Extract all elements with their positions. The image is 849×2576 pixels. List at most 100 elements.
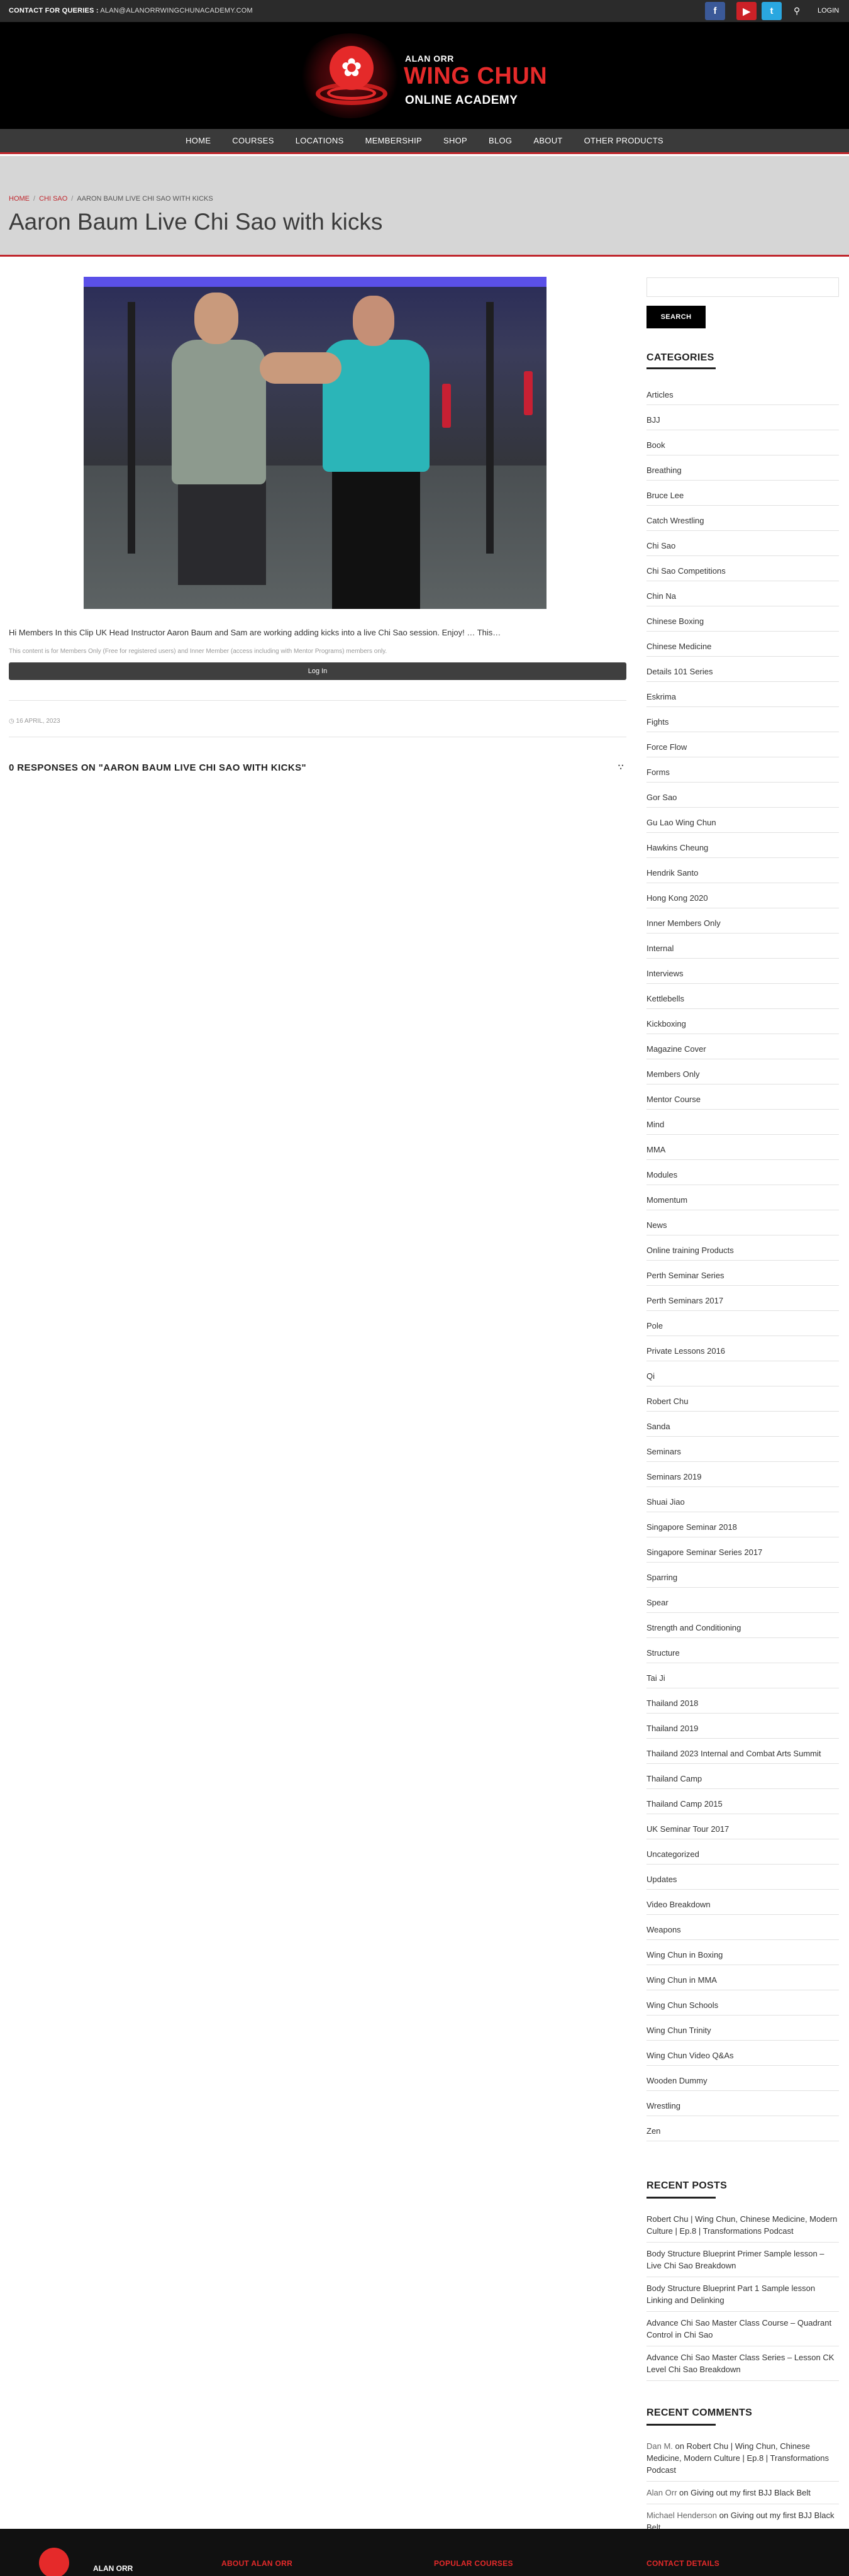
category-link-bjj[interactable]: BJJ [646, 405, 839, 430]
category-link-breathing[interactable]: Breathing [646, 455, 839, 481]
search-button[interactable]: SEARCH [646, 306, 706, 328]
nav-item-shop[interactable]: SHOP [443, 136, 467, 145]
category-link-book[interactable]: Book [646, 430, 839, 455]
category-link-strength-and-conditioning[interactable]: Strength and Conditioning [646, 1613, 839, 1638]
category-link-forms[interactable]: Forms [646, 757, 839, 783]
category-link-sparring[interactable]: Sparring [646, 1563, 839, 1588]
category-link-uncategorized[interactable]: Uncategorized [646, 1839, 839, 1865]
category-link-online-training-products[interactable]: Online training Products [646, 1235, 839, 1261]
nav-item-courses[interactable]: COURSES [232, 136, 274, 145]
category-link-seminars-2019[interactable]: Seminars 2019 [646, 1462, 839, 1487]
category-link-kettlebells[interactable]: Kettlebells [646, 984, 839, 1009]
search-icon[interactable]: ⚲ [794, 6, 800, 16]
site-logo[interactable]: ✿ ALAN ORR WING CHUN ONLINE ACADEMY [298, 33, 550, 118]
category-link-chinese-medicine[interactable]: Chinese Medicine [646, 632, 839, 657]
category-link-singapore-seminar-2018[interactable]: Singapore Seminar 2018 [646, 1512, 839, 1537]
nav-item-other-products[interactable]: OTHER PRODUCTS [584, 136, 663, 145]
category-link-momentum[interactable]: Momentum [646, 1185, 839, 1210]
category-link-weapons[interactable]: Weapons [646, 1915, 839, 1940]
category-link-kickboxing[interactable]: Kickboxing [646, 1009, 839, 1034]
recent-posts-heading: RECENT POSTS [646, 2180, 728, 2191]
nav-item-home[interactable]: HOME [186, 136, 211, 145]
category-link-thailand-2018[interactable]: Thailand 2018 [646, 1688, 839, 1714]
rss-icon[interactable]: ∵ [618, 762, 623, 772]
login-button[interactable]: Log In [9, 662, 626, 680]
category-link-singapore-seminar-series-2017[interactable]: Singapore Seminar Series 2017 [646, 1537, 839, 1563]
category-link-gor-sao[interactable]: Gor Sao [646, 783, 839, 808]
category-link-qi[interactable]: Qi [646, 1361, 839, 1386]
category-link-articles[interactable]: Articles [646, 380, 839, 405]
category-link-gu-lao-wing-chun[interactable]: Gu Lao Wing Chun [646, 808, 839, 833]
category-link-wing-chun-trinity[interactable]: Wing Chun Trinity [646, 2016, 839, 2041]
comment-post-link[interactable]: Giving out my first BJJ Black Belt [691, 2488, 811, 2497]
category-link-thailand-camp-2015[interactable]: Thailand Camp 2015 [646, 1789, 839, 1814]
contact-email-link[interactable]: ALAN@ALANORRWINGCHUNACADEMY.COM [100, 7, 253, 14]
category-link-perth-seminars-2017[interactable]: Perth Seminars 2017 [646, 1286, 839, 1311]
category-link-thailand-2023-internal-and-combat-arts-summit[interactable]: Thailand 2023 Internal and Combat Arts S… [646, 1739, 839, 1764]
nav-item-membership[interactable]: MEMBERSHIP [365, 136, 422, 145]
category-link-wing-chun-video-q-as[interactable]: Wing Chun Video Q&As [646, 2041, 839, 2066]
category-link-mma[interactable]: MMA [646, 1135, 839, 1160]
youtube-icon[interactable]: ▶ [736, 2, 757, 20]
category-link-hawkins-cheung[interactable]: Hawkins Cheung [646, 833, 839, 858]
recent-post-link[interactable]: Body Structure Blueprint Part 1 Sample l… [646, 2277, 839, 2312]
category-link-thailand-2019[interactable]: Thailand 2019 [646, 1714, 839, 1739]
recent-post-link[interactable]: Robert Chu | Wing Chun, Chinese Medicine… [646, 2208, 839, 2243]
category-link-shuai-jiao[interactable]: Shuai Jiao [646, 1487, 839, 1512]
category-link-structure[interactable]: Structure [646, 1638, 839, 1663]
category-link-perth-seminar-series[interactable]: Perth Seminar Series [646, 1261, 839, 1286]
category-link-chi-sao-competitions[interactable]: Chi Sao Competitions [646, 556, 839, 581]
search-input[interactable] [646, 277, 839, 297]
category-link-force-flow[interactable]: Force Flow [646, 732, 839, 757]
category-link-thailand-camp[interactable]: Thailand Camp [646, 1764, 839, 1789]
category-link-robert-chu[interactable]: Robert Chu [646, 1386, 839, 1412]
category-link-magazine-cover[interactable]: Magazine Cover [646, 1034, 839, 1059]
category-link-wing-chun-in-mma[interactable]: Wing Chun in MMA [646, 1965, 839, 1990]
category-link-internal[interactable]: Internal [646, 934, 839, 959]
category-link-video-breakdown[interactable]: Video Breakdown [646, 1890, 839, 1915]
category-link-tai-ji[interactable]: Tai Ji [646, 1663, 839, 1688]
category-link-private-lessons-2016[interactable]: Private Lessons 2016 [646, 1336, 839, 1361]
category-link-updates[interactable]: Updates [646, 1865, 839, 1890]
category-link-news[interactable]: News [646, 1210, 839, 1235]
comment-post-link[interactable]: Robert Chu | Wing Chun, Chinese Medicine… [646, 2441, 829, 2475]
recent-post-link[interactable]: Advance Chi Sao Master Class Series – Le… [646, 2346, 839, 2381]
category-link-zen[interactable]: Zen [646, 2116, 839, 2141]
category-link-wrestling[interactable]: Wrestling [646, 2091, 839, 2116]
login-link[interactable]: LOGIN [818, 7, 839, 14]
category-link-hendrik-santo[interactable]: Hendrik Santo [646, 858, 839, 883]
category-link-inner-members-only[interactable]: Inner Members Only [646, 908, 839, 934]
category-link-fights[interactable]: Fights [646, 707, 839, 732]
category-link-catch-wrestling[interactable]: Catch Wrestling [646, 506, 839, 531]
category-link-details-101-series[interactable]: Details 101 Series [646, 657, 839, 682]
category-link-hong-kong-2020[interactable]: Hong Kong 2020 [646, 883, 839, 908]
nav-item-about[interactable]: ABOUT [533, 136, 562, 145]
facebook-icon[interactable]: f [705, 2, 725, 20]
category-link-chi-sao[interactable]: Chi Sao [646, 531, 839, 556]
category-link-uk-seminar-tour-2017[interactable]: UK Seminar Tour 2017 [646, 1814, 839, 1839]
category-link-interviews[interactable]: Interviews [646, 959, 839, 984]
nav-item-locations[interactable]: LOCATIONS [296, 136, 344, 145]
video-thumbnail[interactable] [84, 277, 547, 609]
category-link-mind[interactable]: Mind [646, 1110, 839, 1135]
category-link-eskrima[interactable]: Eskrima [646, 682, 839, 707]
category-link-chinese-boxing[interactable]: Chinese Boxing [646, 606, 839, 632]
category-link-pole[interactable]: Pole [646, 1311, 839, 1336]
category-link-mentor-course[interactable]: Mentor Course [646, 1084, 839, 1110]
category-link-wing-chun-schools[interactable]: Wing Chun Schools [646, 1990, 839, 2016]
category-link-modules[interactable]: Modules [646, 1160, 839, 1185]
category-link-wooden-dummy[interactable]: Wooden Dummy [646, 2066, 839, 2091]
category-link-wing-chun-in-boxing[interactable]: Wing Chun in Boxing [646, 1940, 839, 1965]
category-link-chin-na[interactable]: Chin Na [646, 581, 839, 606]
category-link-sanda[interactable]: Sanda [646, 1412, 839, 1437]
category-link-seminars[interactable]: Seminars [646, 1437, 839, 1462]
nav-item-blog[interactable]: BLOG [489, 136, 512, 145]
category-link-members-only[interactable]: Members Only [646, 1059, 839, 1084]
recent-post-link[interactable]: Advance Chi Sao Master Class Course – Qu… [646, 2312, 839, 2346]
category-link-bruce-lee[interactable]: Bruce Lee [646, 481, 839, 506]
twitter-icon[interactable]: t [762, 2, 782, 20]
category-link-spear[interactable]: Spear [646, 1588, 839, 1613]
recent-post-link[interactable]: Body Structure Blueprint Primer Sample l… [646, 2243, 839, 2277]
breadcrumb-home[interactable]: HOME [9, 195, 30, 203]
breadcrumb-category[interactable]: CHI SAO [39, 195, 67, 203]
